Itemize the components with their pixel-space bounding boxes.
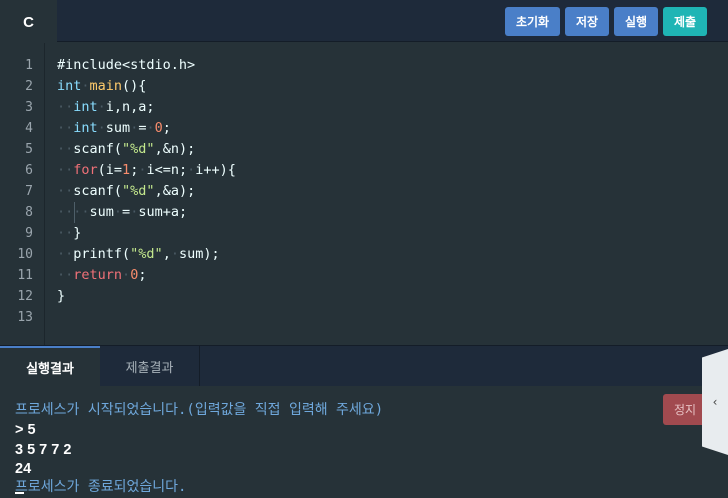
- line-number: 1: [25, 58, 33, 73]
- code-editor[interactable]: 1 2 3 4 5 6 7 8 9 10 11 12 13 #include<s…: [0, 43, 728, 345]
- chevron-left-icon: ‹: [712, 395, 718, 409]
- code-line: ··int·sum·=·0;: [57, 120, 171, 136]
- line-number: 4: [25, 121, 33, 136]
- code-line: ··return·0;: [57, 267, 147, 283]
- line-number: 11: [17, 268, 33, 283]
- tab-run-result[interactable]: 실행결과: [0, 346, 100, 387]
- submit-button[interactable]: 제출: [663, 7, 707, 36]
- line-number: 7: [25, 184, 33, 199]
- panel-collapse-handle[interactable]: ‹: [702, 349, 728, 455]
- code-line: ··printf("%d",·sum);: [57, 246, 220, 262]
- line-number: 9: [25, 226, 33, 241]
- line-number: 3: [25, 100, 33, 115]
- code-line: ··for(i=1;·i<=n;·i++){: [57, 162, 236, 178]
- code-line: int·main(){: [57, 78, 147, 94]
- stop-button[interactable]: 정지: [663, 394, 707, 425]
- code-line: ··int·i,n,a;: [57, 99, 155, 115]
- line-number-gutter: 1 2 3 4 5 6 7 8 9 10 11 12 13: [0, 43, 45, 345]
- tab-submit-result[interactable]: 제출결과: [100, 346, 200, 387]
- console-output-value: 24: [15, 461, 32, 477]
- code-line: ····sum·=·sum+a;: [57, 204, 188, 220]
- console-input-values: 3 5 7 7 2: [15, 442, 72, 458]
- run-button[interactable]: 실행: [614, 7, 658, 36]
- line-number: 12: [17, 289, 33, 304]
- console-cursor: [15, 492, 24, 494]
- line-number: 5: [25, 142, 33, 157]
- line-number: 2: [25, 79, 33, 94]
- code-line: ··scanf("%d",&a);: [57, 183, 196, 199]
- editor-toolbar: C 초기화 저장 실행 제출: [0, 0, 728, 42]
- code-line: ··}: [57, 225, 82, 241]
- reset-button[interactable]: 초기화: [505, 7, 560, 36]
- line-number: 13: [17, 310, 33, 325]
- code-line: ··scanf("%d",&n);: [57, 141, 196, 157]
- process-start-message: 프로세스가 시작되었습니다.(입력값을 직접 입력해 주세요): [15, 402, 384, 418]
- console-input-line: > 5: [15, 422, 36, 438]
- language-tab[interactable]: C: [0, 0, 57, 42]
- console-output[interactable]: 프로세스가 시작되었습니다.(입력값을 직접 입력해 주세요) > 5 3 5 …: [0, 386, 728, 498]
- process-end-message: 프로세스가 종료되었습니다.: [15, 479, 187, 495]
- line-number: 6: [25, 163, 33, 178]
- result-tabs: 실행결과 제출결과: [0, 345, 728, 387]
- save-button[interactable]: 저장: [565, 7, 609, 36]
- line-number: 8: [25, 205, 33, 220]
- line-number: 10: [17, 247, 33, 262]
- code-line: #include<stdio.h>: [57, 57, 196, 73]
- code-line: }: [57, 288, 66, 304]
